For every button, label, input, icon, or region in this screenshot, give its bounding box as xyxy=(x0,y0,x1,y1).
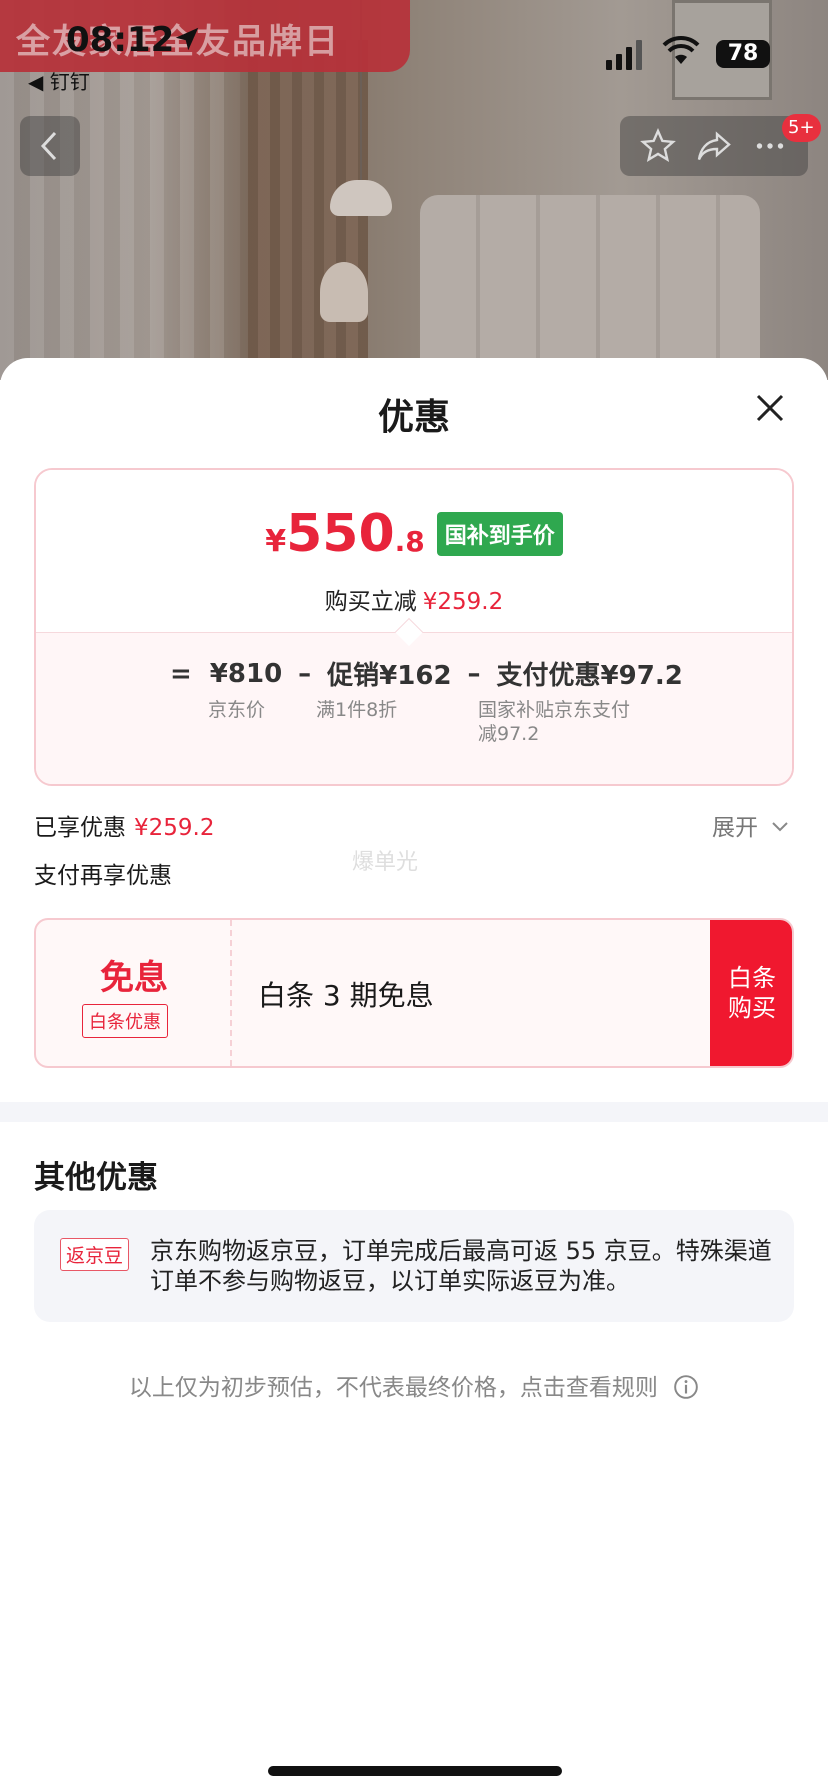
expand-button[interactable]: 展开 xyxy=(712,808,789,842)
star-icon[interactable] xyxy=(640,128,676,164)
coupon-title: 免息 xyxy=(100,958,168,998)
battery-indicator: 78 xyxy=(716,40,770,68)
equals-sign: = xyxy=(170,658,192,689)
minus-sign: – xyxy=(467,658,481,689)
jd-price: ¥810 xyxy=(209,658,283,689)
payment-discount-label: 国家补贴京东支付 xyxy=(478,699,631,721)
rules-footnote[interactable]: 以上仅为初步预估，不代表最终价格，点击查看规则 xyxy=(0,1368,828,1402)
price-formula: = ¥810 – 促销¥162 – 支付优惠¥97.2 xyxy=(170,655,683,692)
watermark-text: 爆单光 xyxy=(352,850,419,875)
instant-discount: 购买立减 ¥259.2 xyxy=(36,582,792,616)
pendant-lamp xyxy=(330,180,392,216)
minus-sign: – xyxy=(298,658,312,689)
price-integer: 550 xyxy=(286,504,395,564)
other-discounts-title: 其他优惠 xyxy=(34,1160,158,1196)
home-indicator[interactable] xyxy=(268,1766,562,1776)
baitiao-coupon[interactable]: 免息 白条优惠 白条 3 期免息 白条购买 xyxy=(34,918,794,1068)
instant-discount-label: 购买立减 xyxy=(324,589,417,615)
payment-discount-label-2: 减97.2 xyxy=(478,723,540,745)
price-currency: ¥ xyxy=(265,524,287,559)
baitiao-buy-button[interactable]: 白条购买 xyxy=(710,920,792,1066)
wifi-icon xyxy=(662,35,700,64)
final-price-card: ¥ 550 .8 国补到手价 购买立减 ¥259.2 = ¥810 – 促销¥16… xyxy=(34,468,794,786)
payment-discount: 支付优惠¥97.2 xyxy=(496,661,683,691)
back-button[interactable] xyxy=(20,116,80,176)
jd-bean-description: 京东购物返京豆，订单完成后最高可返 55 京豆。特殊渠道订单不参与购物返豆，以订… xyxy=(150,1237,772,1295)
status-time: 08:12 xyxy=(66,20,175,60)
location-arrow-icon xyxy=(175,27,199,51)
price-summary: ¥ 550 .8 国补到手价 购买立减 ¥259.2 xyxy=(36,470,792,632)
close-icon[interactable] xyxy=(748,386,792,430)
message-count-badge: 5+ xyxy=(782,114,821,142)
chevron-down-icon xyxy=(772,822,789,832)
promo-discount: 促销¥162 xyxy=(327,661,452,691)
footnote-text: 以上仅为初步预估，不代表最终价格，点击查看规则 xyxy=(128,1375,658,1401)
cellular-signal-icon xyxy=(606,40,642,70)
enjoyed-amount: ¥259.2 xyxy=(134,815,215,841)
nav-action-group xyxy=(620,116,808,176)
pay-more-discount-heading: 支付再享优惠 xyxy=(34,863,172,889)
bed-headboard xyxy=(420,195,760,380)
enjoyed-label: 已享优惠 xyxy=(34,815,126,841)
subsidy-price-tag: 国补到手价 xyxy=(436,512,563,556)
jd-bean-tag: 返京豆 xyxy=(60,1238,130,1271)
enjoyed-discount: 已享优惠 ¥259.2 xyxy=(34,808,214,842)
expand-label: 展开 xyxy=(712,815,758,841)
share-icon[interactable] xyxy=(696,128,732,164)
chevron-left-icon xyxy=(40,131,57,161)
jd-price-label: 京东价 xyxy=(208,699,266,721)
coupon-left-panel: 免息 白条优惠 xyxy=(36,920,232,1066)
section-divider xyxy=(0,1102,828,1122)
price-decimal: .8 xyxy=(394,525,425,558)
discount-sheet: 优惠 ¥ 550 .8 国补到手价 购买立减 ¥259.2 = ¥810 – 促销… xyxy=(0,358,828,1792)
coupon-tag: 白条优惠 xyxy=(82,1004,168,1038)
promo-label: 满1件8折 xyxy=(316,699,398,721)
info-icon xyxy=(674,1375,698,1399)
jd-bean-rebate-card: 返京豆 京东购物返京豆，订单完成后最高可返 55 京豆。特殊渠道订单不参与购物返… xyxy=(34,1210,794,1322)
final-price: ¥ 550 .8 国补到手价 xyxy=(36,504,792,564)
back-to-app-link[interactable]: ◀ 钉钉 xyxy=(28,66,90,95)
flower-vase xyxy=(320,262,368,322)
price-breakdown: = ¥810 – 促销¥162 – 支付优惠¥97.2 京东价 满1件8折 国家… xyxy=(36,632,792,784)
coupon-description: 白条 3 期免息 xyxy=(258,979,434,1012)
instant-discount-amount: ¥259.2 xyxy=(422,589,504,615)
brand-day-banner: 全友家居全友品牌日 xyxy=(0,0,410,72)
sheet-title: 优惠 xyxy=(377,397,450,438)
